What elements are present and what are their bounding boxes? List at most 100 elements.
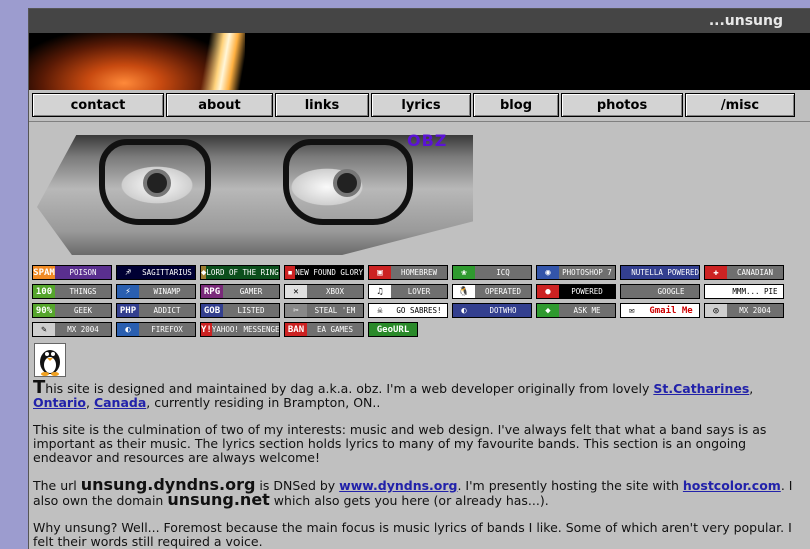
- badge-button[interactable]: ◎ MX 2004: [704, 303, 784, 318]
- badge-icon: GOB: [201, 304, 223, 317]
- nav-tab-links[interactable]: links: [275, 93, 369, 117]
- badge-button[interactable]: RPG GAMER: [200, 284, 280, 299]
- badge-label: ADDICT: [153, 306, 181, 315]
- link-dyndns[interactable]: www.dyndns.org: [339, 478, 457, 493]
- badge-icon: ✉: [621, 304, 643, 317]
- badge-button[interactable]: Y! YAHOO! MESSENGER: [200, 322, 280, 337]
- badge-icon: ◐: [117, 323, 139, 336]
- badge-button[interactable]: NUTELLA POWERED: [620, 265, 700, 280]
- badge-label: ICQ: [496, 268, 510, 277]
- link-stcatharines[interactable]: St.Catharines: [653, 381, 749, 396]
- badge-button[interactable]: ▪ NEW FOUND GLORY: [284, 265, 364, 280]
- badge-button[interactable]: GOB LISTED: [200, 303, 280, 318]
- badge-button[interactable]: BAN EA GAMES: [284, 322, 364, 337]
- badge-icon: ▪: [285, 266, 296, 279]
- badge-button[interactable]: MMM... PIE: [704, 284, 784, 299]
- badge-icon: ⚡: [117, 285, 139, 298]
- tux-penguin-icon[interactable]: [34, 343, 66, 377]
- badge-button[interactable]: ❀ ICQ: [452, 265, 532, 280]
- badge-label: CANADIAN: [736, 268, 774, 277]
- nav-tab-misc[interactable]: /misc: [685, 93, 795, 117]
- nav-tab-blog[interactable]: blog: [473, 93, 559, 117]
- badge-label: POWERED: [571, 287, 603, 296]
- nav-tab-photos[interactable]: photos: [561, 93, 683, 117]
- badge-label: LOVER: [407, 287, 431, 296]
- badge-button[interactable]: ✂ STEAL 'EM: [284, 303, 364, 318]
- badge-icon: ✂: [285, 304, 307, 317]
- badge-label: THINGS: [69, 287, 97, 296]
- badge-button[interactable]: ◆ ASK ME: [536, 303, 616, 318]
- link-canada[interactable]: Canada: [94, 395, 146, 410]
- badge-button[interactable]: ◐ FIREFOX: [116, 322, 196, 337]
- badge-label: OPERATED: [484, 287, 522, 296]
- banner-flame-image: [199, 33, 245, 90]
- badge-button[interactable]: ♐ SAGITTARIUS: [116, 265, 196, 280]
- domain-unsung-net: unsung.net: [167, 490, 270, 509]
- badge-icon: ●: [537, 285, 559, 298]
- paragraph-why-unsung: Why unsung? Well... Foremost because the…: [33, 520, 792, 549]
- link-hostcolor[interactable]: hostcolor.com: [683, 478, 781, 493]
- badge-icon: PHP: [117, 304, 139, 317]
- nav-tab-about[interactable]: about: [166, 93, 273, 117]
- badge-label: PHOTOSHOP 7: [562, 268, 612, 277]
- badge-grid: SPAM POISON ♐ SAGITTARIUS ◆ LORD OF THE RINGS…: [32, 265, 792, 337]
- badge-button[interactable]: ● POWERED: [536, 284, 616, 299]
- text: his site is designed and maintained by d…: [45, 381, 654, 396]
- badge-button[interactable]: ◉ PHOTOSHOP 7: [536, 265, 616, 280]
- badge-button[interactable]: GeoURL: [368, 322, 418, 337]
- text: ,: [749, 381, 754, 396]
- badge-label: HOMEBREW: [400, 268, 438, 277]
- badge-label: GEEK: [73, 306, 93, 315]
- badge-label: FIREFOX: [151, 325, 183, 334]
- badge-icon: [621, 285, 643, 298]
- badge-button[interactable]: ✎ MX 2004: [32, 322, 112, 337]
- badge-icon: ◉: [537, 266, 559, 279]
- badge-icon: ✚: [705, 266, 727, 279]
- eye-left: [143, 169, 171, 197]
- link-ontario[interactable]: Ontario: [33, 395, 86, 410]
- badge-label: STEAL 'EM: [314, 306, 356, 315]
- badge-button[interactable]: SPAM POISON: [32, 265, 112, 280]
- badge-label: ASK ME: [573, 306, 601, 315]
- text: , currently residing in Brampton, ON..: [146, 395, 381, 410]
- badge-button[interactable]: 🐧 OPERATED: [452, 284, 532, 299]
- badge-button[interactable]: ▣ HOMEBREW: [368, 265, 448, 280]
- badge-icon: SPAM: [33, 266, 55, 279]
- badge-icon: 90%: [33, 304, 55, 317]
- hero-photo: OBZ: [29, 127, 810, 259]
- badge-button[interactable]: ◐ DOTWHO: [452, 303, 532, 318]
- badge-button[interactable]: GOOGLE: [620, 284, 700, 299]
- text: ,: [85, 395, 94, 410]
- nav-tab-contact[interactable]: contact: [32, 93, 164, 117]
- glasses-left-lens: [99, 139, 211, 225]
- badge-button[interactable]: ◆ LORD OF THE RINGS: [200, 265, 280, 280]
- badge-button[interactable]: ☠ GO SABRES!: [368, 303, 448, 318]
- badge-label: NUTELLA POWERED: [631, 268, 699, 277]
- intro-text: This site is designed and maintained by …: [29, 379, 810, 549]
- badge-button[interactable]: PHP ADDICT: [116, 303, 196, 318]
- badge-button[interactable]: ✕ XBOX: [284, 284, 364, 299]
- badge-icon: ♐: [117, 266, 139, 279]
- badge-icon: ❀: [453, 266, 475, 279]
- badge-icon: ☠: [369, 304, 391, 317]
- badge-icon: ✎: [33, 323, 55, 336]
- badge-button[interactable]: 90% GEEK: [32, 303, 112, 318]
- badge-button[interactable]: 100 THINGS: [32, 284, 112, 299]
- nav-tab-lyrics[interactable]: lyrics: [371, 93, 471, 117]
- badge-icon: [705, 285, 727, 298]
- eye-right: [333, 169, 361, 197]
- badge-icon: ♫: [369, 285, 391, 298]
- paragraph-interests: This site is the culmination of two of m…: [33, 422, 767, 465]
- paragraph-url: The url unsung.dyndns.org is DNSed by ww…: [33, 477, 803, 509]
- glasses-right-lens: [283, 139, 413, 225]
- badge-button[interactable]: ✉ Gmail Me: [620, 303, 700, 318]
- badge-label: GO SABRES!: [396, 306, 442, 315]
- badge-button[interactable]: ♫ LOVER: [368, 284, 448, 299]
- badge-label: DOTWHO: [489, 306, 517, 315]
- badge-button[interactable]: ⚡ WINAMP: [116, 284, 196, 299]
- text: . I'm presently hosting the site with: [457, 478, 683, 493]
- divider: [29, 121, 810, 122]
- badge-label: LISTED: [237, 306, 265, 315]
- badge-button[interactable]: ✚ CANADIAN: [704, 265, 784, 280]
- badge-icon: [621, 266, 632, 279]
